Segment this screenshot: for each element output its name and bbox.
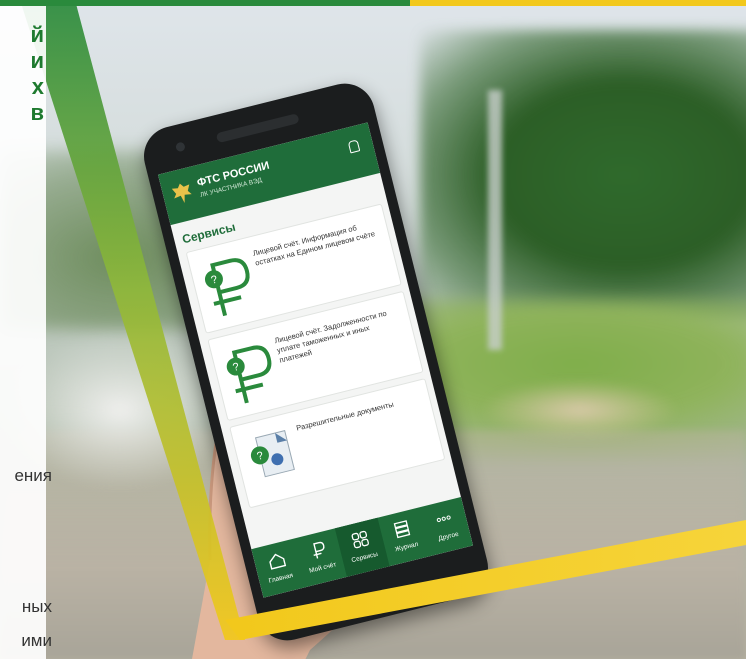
decorative-stripes	[20, 0, 746, 640]
panel-title: й и х в	[0, 22, 44, 126]
panel-text-line: ими	[21, 631, 52, 650]
title-line: х	[31, 74, 44, 99]
title-line: в	[30, 100, 44, 125]
title-line: и	[30, 48, 44, 73]
photo-scene: ФТС РОССИИ ЛК УЧАСТНИКА ВЭД Сервисы ? Ли…	[0, 0, 746, 659]
title-line: й	[30, 22, 44, 47]
top-green-bar	[0, 0, 410, 6]
left-text-panel: й и х в ения ных ими	[0, 0, 52, 659]
panel-text-line: ения	[14, 466, 52, 485]
top-yellow-bar	[410, 0, 746, 6]
panel-text-line: ных	[21, 597, 52, 616]
